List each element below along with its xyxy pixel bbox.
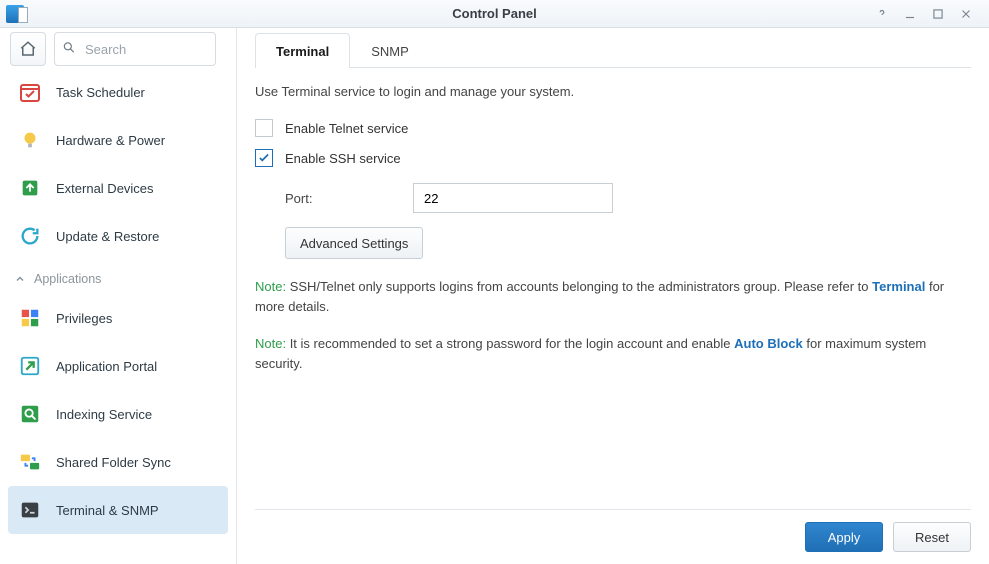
shortcut-icon — [18, 354, 42, 378]
sync-icon — [18, 450, 42, 474]
footer: Apply Reset — [255, 509, 971, 552]
tab-snmp[interactable]: SNMP — [350, 33, 430, 68]
ssh-label: Enable SSH service — [285, 151, 401, 166]
sidebar-item-hardware-power[interactable]: Hardware & Power — [8, 116, 228, 164]
note-1: Note: SSH/Telnet only supports logins fr… — [255, 277, 971, 316]
sidebar-item-shared-folder-sync[interactable]: Shared Folder Sync — [8, 438, 228, 486]
ssh-checkbox[interactable] — [255, 149, 273, 167]
tab-terminal[interactable]: Terminal — [255, 33, 350, 68]
sidebar-item-external-devices[interactable]: External Devices — [8, 164, 228, 212]
search-input[interactable] — [54, 32, 216, 66]
auto-block-link[interactable]: Auto Block — [734, 336, 803, 351]
calendar-check-icon — [18, 80, 42, 104]
apply-button[interactable]: Apply — [805, 522, 883, 552]
refresh-icon — [18, 224, 42, 248]
terminal-icon — [18, 498, 42, 522]
search-icon — [62, 41, 76, 58]
note-label: Note: — [255, 279, 286, 294]
sidebar-item-application-portal[interactable]: Application Portal — [8, 342, 228, 390]
sidebar-item-label: Shared Folder Sync — [56, 455, 171, 470]
home-icon — [19, 40, 37, 58]
upload-icon — [18, 176, 42, 200]
home-button[interactable] — [10, 32, 46, 66]
sidebar: Task Scheduler Hardware & Power External… — [0, 28, 237, 564]
section-label: Applications — [34, 272, 101, 286]
sidebar-item-update-restore[interactable]: Update & Restore — [8, 212, 228, 260]
sidebar-item-terminal-snmp[interactable]: Terminal & SNMP — [8, 486, 228, 534]
sidebar-item-label: Indexing Service — [56, 407, 152, 422]
sidebar-item-label: External Devices — [56, 181, 154, 196]
note-label: Note: — [255, 336, 286, 351]
titlebar: Control Panel — [0, 0, 989, 28]
grid-icon — [18, 306, 42, 330]
telnet-checkbox[interactable] — [255, 119, 273, 137]
sidebar-item-label: Update & Restore — [56, 229, 159, 244]
terminal-link[interactable]: Terminal — [872, 279, 925, 294]
port-label: Port: — [285, 191, 413, 206]
telnet-label: Enable Telnet service — [285, 121, 408, 136]
pane-description: Use Terminal service to login and manage… — [255, 84, 971, 99]
section-applications[interactable]: Applications — [8, 264, 228, 294]
advanced-settings-button[interactable]: Advanced Settings — [285, 227, 423, 259]
sidebar-item-label: Hardware & Power — [56, 133, 165, 148]
bulb-icon — [18, 128, 42, 152]
sidebar-item-privileges[interactable]: Privileges — [8, 294, 228, 342]
content-pane: Terminal SNMP Use Terminal service to lo… — [237, 28, 989, 564]
sidebar-item-task-scheduler[interactable]: Task Scheduler — [8, 68, 228, 116]
tabs: Terminal SNMP — [255, 32, 971, 68]
port-input[interactable] — [413, 183, 613, 213]
reset-button[interactable]: Reset — [893, 522, 971, 552]
note-2: Note: It is recommended to set a strong … — [255, 334, 971, 373]
chevron-up-icon — [14, 273, 26, 285]
sidebar-item-label: Privileges — [56, 311, 112, 326]
sidebar-item-indexing-service[interactable]: Indexing Service — [8, 390, 228, 438]
sidebar-item-label: Task Scheduler — [56, 85, 145, 100]
search-box-icon — [18, 402, 42, 426]
sidebar-item-label: Application Portal — [56, 359, 157, 374]
sidebar-item-label: Terminal & SNMP — [56, 503, 159, 518]
window-title: Control Panel — [0, 6, 989, 21]
